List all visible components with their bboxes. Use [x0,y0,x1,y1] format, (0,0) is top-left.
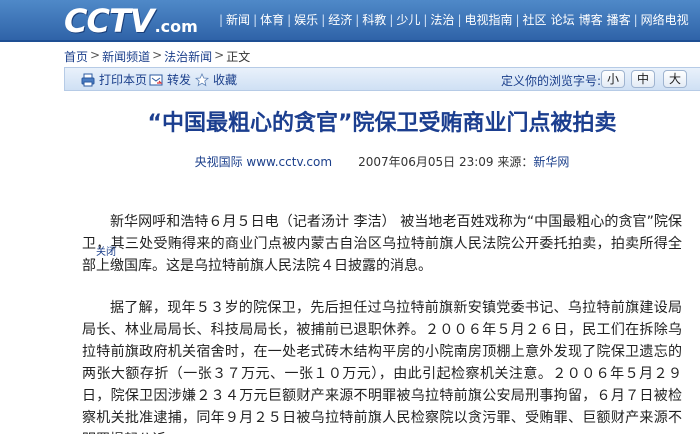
source-name[interactable]: 新华网 [533,155,569,169]
article-body: “中国最粗心的贪官”院保卫受贿商业门点被拍卖 央视国际 www.cctv.com… [64,93,700,434]
nav-item-economy[interactable]: 经济 [326,11,354,28]
forward-icon [149,74,163,85]
nav-item-sports[interactable]: 体育 [258,11,286,28]
breadcrumb-home[interactable]: 首页 [64,48,88,65]
nav-item-news[interactable]: 新闻 [224,11,252,28]
favorite-label: 收藏 [213,73,238,87]
breadcrumb-arrow: > [214,48,225,62]
article-paragraph: 新华网呼和浩特６月５日电（记者汤计 李洁） 被当地老百姓戏称为“中国最粗心的贪官… [82,214,682,274]
nav-item-tv-guide[interactable]: 电视指南 [462,11,514,28]
article-paragraph: 据了解，现年５３岁的院保卫，先后担任过乌拉特前旗新安镇党委书记、乌拉特前旗建设局… [82,300,682,434]
article-datetime: 2007年06月05日 23:09 [358,155,494,169]
print-button[interactable]: 打印本页 [81,71,147,88]
forward-label: 转发 [167,73,192,87]
print-label: 打印本页 [99,73,148,87]
breadcrumb-arrow: > [90,48,101,62]
star-icon [195,72,209,86]
breadcrumb-current: 正文 [226,50,251,64]
site-header: CCTV .com | 新闻 | 体育 | 娱乐 | 经济 | 科教 | 少儿 | 法治 | 电… [0,0,700,42]
nav-item-community[interactable]: 社区 [521,11,549,28]
font-medium-button[interactable]: 中 [631,70,655,88]
breadcrumb-law-news[interactable]: 法治新闻 [164,48,212,65]
nav-item-entertainment[interactable]: 娱乐 [292,11,320,28]
source-site: 央视国际 www.cctv.com [194,155,333,169]
breadcrumb: 首页 > 新闻频道 > 法治新闻 > 正文 [64,48,250,65]
article-toolbar: 打印本页 转发 收藏 定义你的浏览字号: 小 中 大 [64,67,700,91]
cctv-logo[interactable]: CCTV .com [64,2,198,38]
top-nav: | 新闻 | 体育 | 娱乐 | 经济 | 科教 | 少儿 | 法治 | 电视指南 | 社区 论… [218,11,691,28]
nav-item-science[interactable]: 科教 [360,11,388,28]
nav-item-blog[interactable]: 博客 [577,11,605,28]
breadcrumb-news-channel[interactable]: 新闻频道 [102,48,150,65]
nav-item-law[interactable]: 法治 [428,11,456,28]
printer-icon [81,73,95,86]
article-meta: 央视国际 www.cctv.com 2007年06月05日 23:09 来源：新华… [64,153,700,170]
page: CCTV .com | 新闻 | 体育 | 娱乐 | 经济 | 科教 | 少儿 | 法治 | 电… [0,0,700,434]
nav-item-forum[interactable]: 论坛 [549,11,577,28]
forward-button[interactable]: 转发 [149,71,191,88]
font-large-button[interactable]: 大 [663,70,687,88]
favorite-button[interactable]: 收藏 [195,71,237,88]
source-label: 来源： [497,155,534,169]
nav-item-kids[interactable]: 少儿 [394,11,422,28]
logo-suffix: .com [154,17,198,36]
nav-item-web-tv[interactable]: 网络电视 [639,11,691,28]
font-size-label: 定义你的浏览字号: [501,74,602,88]
nav-item-podcast[interactable]: 播客 [605,11,633,28]
font-small-button[interactable]: 小 [601,70,625,88]
breadcrumb-arrow: > [152,48,163,62]
close-link[interactable]: 关闭 [96,243,116,258]
logo-main: CCTV [64,2,155,40]
article-title: “中国最粗心的贪官”院保卫受贿商业门点被拍卖 [147,111,617,136]
